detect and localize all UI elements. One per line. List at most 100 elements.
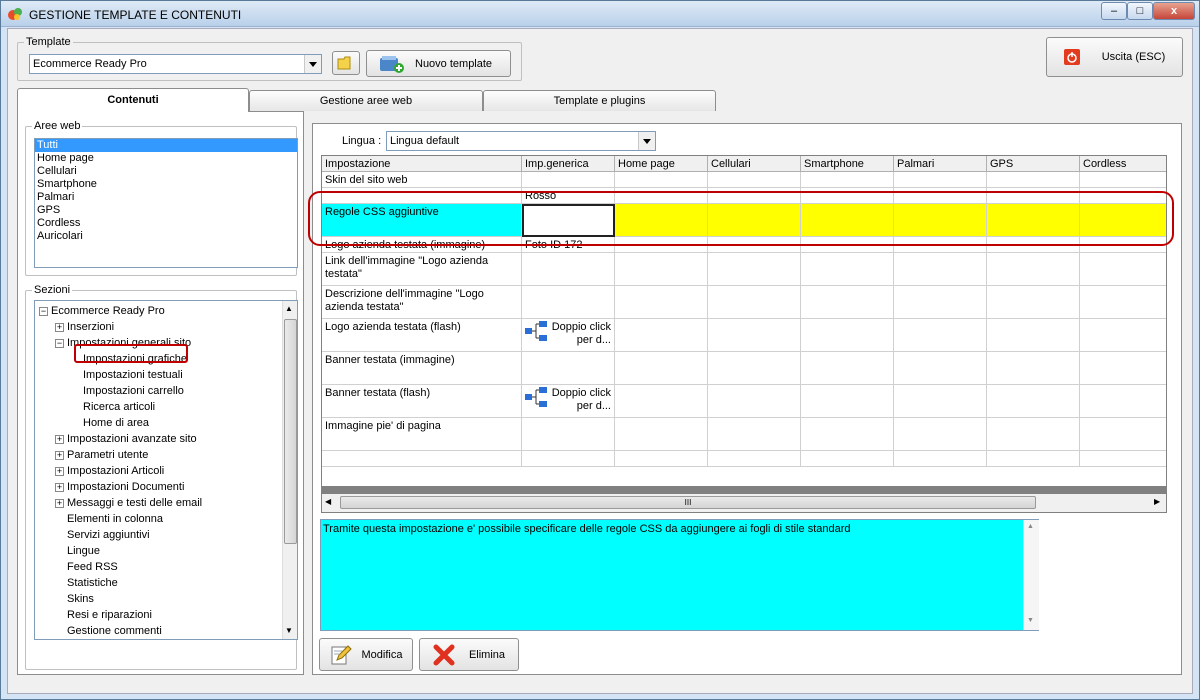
area-value-cell[interactable] <box>987 204 1080 237</box>
expand-icon[interactable]: + <box>55 466 64 476</box>
description-box[interactable]: Tramite questa impostazione e' possibile… <box>320 519 1039 631</box>
list-item[interactable]: Cellulari <box>35 165 297 178</box>
expand-icon[interactable]: + <box>55 322 64 332</box>
aree-web-list[interactable]: Tutti Home page Cellulari Smartphone Pal… <box>34 138 298 268</box>
area-value-cell[interactable] <box>894 286 987 319</box>
empty-cell[interactable] <box>987 451 1080 467</box>
area-value-cell[interactable] <box>708 286 801 319</box>
area-value-cell[interactable] <box>1080 204 1166 237</box>
tree-node[interactable]: Impostazioni grafiche <box>71 351 187 367</box>
list-item[interactable]: Smartphone <box>35 178 297 191</box>
area-value-cell[interactable] <box>894 253 987 286</box>
list-item[interactable]: Home page <box>35 152 297 165</box>
area-value-cell[interactable] <box>894 319 987 352</box>
area-value-cell[interactable] <box>1080 319 1166 352</box>
elimina-button[interactable]: Elimina <box>419 638 519 671</box>
area-value-cell[interactable] <box>708 319 801 352</box>
tree-node[interactable]: Impostazioni carrello <box>71 383 184 399</box>
tab-template-plugins[interactable]: Template e plugins <box>483 90 716 111</box>
grid-horizontal-scrollbar[interactable]: ◀ III ▶ <box>322 494 1166 512</box>
generic-value-cell[interactable] <box>522 352 615 385</box>
tree-node[interactable]: − Impostazioni generali sito <box>55 335 191 351</box>
area-value-cell[interactable] <box>987 385 1080 418</box>
column-header[interactable]: Cordless <box>1080 156 1166 172</box>
setting-name-cell[interactable]: Banner testata (flash) <box>322 385 522 418</box>
area-value-cell[interactable] <box>801 172 894 188</box>
setting-name-cell[interactable]: Descrizione dell'immagine "Logo azienda … <box>322 286 522 319</box>
area-value-cell[interactable] <box>801 352 894 385</box>
area-value-cell[interactable] <box>615 172 708 188</box>
expand-icon[interactable]: + <box>55 434 64 444</box>
tree-node[interactable]: Statistiche <box>55 575 118 591</box>
area-value-cell[interactable] <box>987 188 1080 204</box>
area-value-cell[interactable] <box>615 319 708 352</box>
list-item[interactable]: GPS <box>35 204 297 217</box>
area-value-cell[interactable] <box>894 204 987 237</box>
tree-node[interactable]: Impostazioni testuali <box>71 367 183 383</box>
area-value-cell[interactable] <box>615 188 708 204</box>
area-value-cell[interactable] <box>1080 253 1166 286</box>
expand-icon[interactable]: + <box>55 482 64 492</box>
grid-scroll-thumb[interactable]: III <box>340 496 1036 509</box>
list-item[interactable]: Tutti <box>35 139 297 152</box>
minimize-button[interactable]: – <box>1101 2 1127 20</box>
column-header[interactable]: Palmari <box>894 156 987 172</box>
area-value-cell[interactable] <box>894 385 987 418</box>
generic-value-cell[interactable] <box>522 253 615 286</box>
tree-node[interactable]: + Messaggi e testi delle email <box>55 495 202 511</box>
generic-value-cell[interactable]: Rosso <box>522 188 615 204</box>
area-value-cell[interactable] <box>615 385 708 418</box>
chevron-down-icon[interactable] <box>638 132 655 150</box>
list-item[interactable]: Cordless <box>35 217 297 230</box>
area-value-cell[interactable] <box>987 352 1080 385</box>
tab-contenuti[interactable]: Contenuti <box>17 88 249 112</box>
area-value-cell[interactable] <box>708 172 801 188</box>
maximize-button[interactable]: □ <box>1127 2 1153 20</box>
empty-cell[interactable] <box>1080 451 1166 467</box>
area-value-cell[interactable] <box>1080 418 1166 451</box>
area-value-cell[interactable] <box>987 172 1080 188</box>
area-value-cell[interactable] <box>615 204 708 237</box>
area-value-cell[interactable] <box>801 237 894 253</box>
area-value-cell[interactable] <box>615 418 708 451</box>
tree-node[interactable]: + Impostazioni avanzate sito <box>55 431 197 447</box>
area-value-cell[interactable] <box>987 286 1080 319</box>
tab-gestione-aree-web[interactable]: Gestione aree web <box>249 90 483 111</box>
area-value-cell[interactable] <box>894 237 987 253</box>
empty-cell[interactable] <box>615 451 708 467</box>
area-value-cell[interactable] <box>1080 352 1166 385</box>
setting-name-cell[interactable]: Banner testata (immagine) <box>322 352 522 385</box>
area-value-cell[interactable] <box>894 172 987 188</box>
area-value-cell[interactable] <box>708 385 801 418</box>
column-header[interactable]: Smartphone <box>801 156 894 172</box>
setting-name-cell[interactable]: Skin del sito web <box>322 172 522 188</box>
close-button[interactable]: x <box>1153 2 1195 20</box>
area-value-cell[interactable] <box>801 286 894 319</box>
tree-node[interactable]: Gestione commenti <box>55 623 162 639</box>
generic-value-cell[interactable]: Doppio click per d... <box>522 385 615 418</box>
area-value-cell[interactable] <box>708 204 801 237</box>
setting-name-cell[interactable]: Regole CSS aggiuntive <box>322 204 522 237</box>
area-value-cell[interactable] <box>987 319 1080 352</box>
tree-node[interactable]: + Impostazioni Articoli <box>55 463 164 479</box>
area-value-cell[interactable] <box>1080 237 1166 253</box>
list-item[interactable]: Palmari <box>35 191 297 204</box>
area-value-cell[interactable] <box>708 188 801 204</box>
area-value-cell[interactable] <box>987 253 1080 286</box>
tree-scroll-thumb[interactable] <box>284 319 297 544</box>
tree-node[interactable]: Resi e riparazioni <box>55 607 152 623</box>
tree-node[interactable]: Skins <box>55 591 94 607</box>
collapse-icon[interactable]: − <box>39 306 48 316</box>
column-header[interactable]: Impostazione <box>322 156 522 172</box>
tree-node[interactable]: Elementi in colonna <box>55 511 163 527</box>
area-value-cell[interactable] <box>1080 188 1166 204</box>
area-value-cell[interactable] <box>801 204 894 237</box>
generic-value-cell[interactable]: Foto ID 172 <box>522 237 615 253</box>
chevron-down-icon[interactable] <box>304 55 321 73</box>
area-value-cell[interactable] <box>801 418 894 451</box>
modifica-button[interactable]: Modifica <box>319 638 413 671</box>
area-value-cell[interactable] <box>894 352 987 385</box>
template-select[interactable]: Ecommerce Ready Pro <box>29 54 322 74</box>
tree-node[interactable]: + Impostazioni Documenti <box>55 479 184 495</box>
empty-cell[interactable] <box>801 451 894 467</box>
